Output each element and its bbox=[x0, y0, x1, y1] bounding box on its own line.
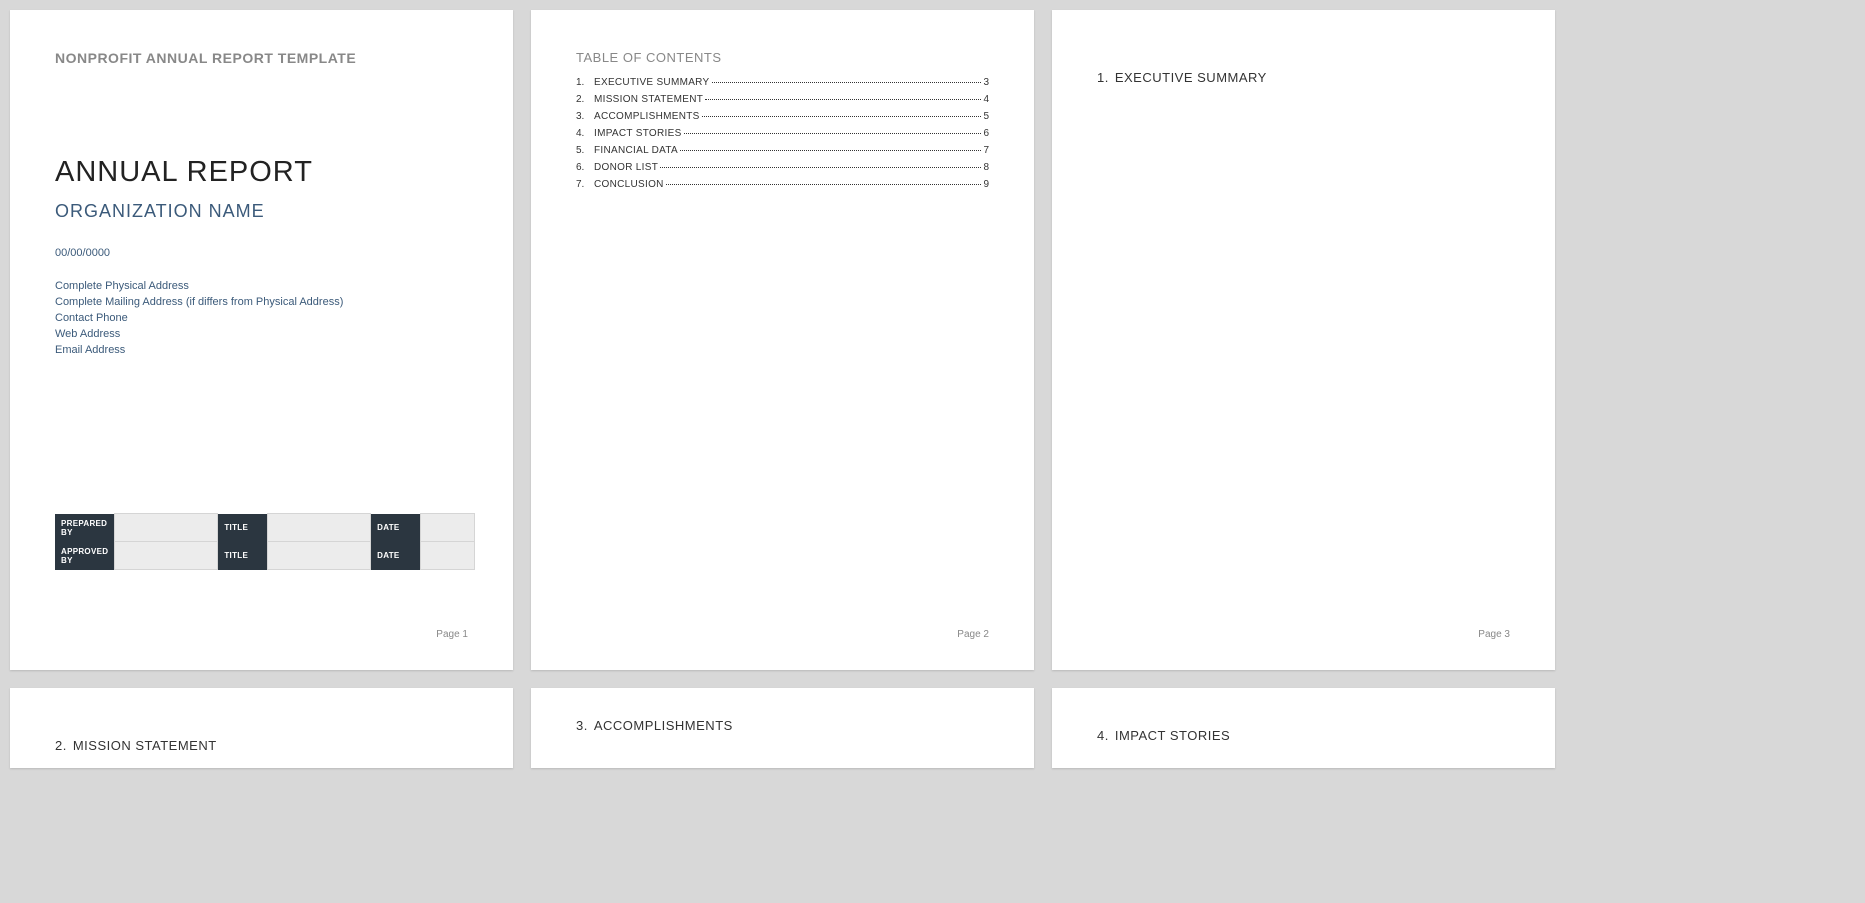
section-title: MISSION STATEMENT bbox=[73, 738, 217, 753]
section-num: 3. bbox=[576, 718, 588, 733]
section-title: ACCOMPLISHMENTS bbox=[594, 718, 733, 733]
section-heading: 4. IMPACT STORIES bbox=[1097, 728, 1510, 743]
toc-label: ACCOMPLISHMENTS bbox=[594, 111, 700, 122]
page-5: 3. ACCOMPLISHMENTS bbox=[531, 688, 1034, 768]
toc-num: 2. bbox=[576, 94, 594, 105]
toc-num: 3. bbox=[576, 111, 594, 122]
toc-num: 4. bbox=[576, 128, 594, 139]
toc-dots bbox=[666, 184, 982, 185]
toc-num: 7. bbox=[576, 179, 594, 190]
toc-item: 1. EXECUTIVE SUMMARY 3 bbox=[576, 77, 989, 88]
section-num: 1. bbox=[1097, 70, 1109, 85]
toc-item: 5. FINANCIAL DATA 7 bbox=[576, 145, 989, 156]
toc-page: 6 bbox=[983, 128, 989, 139]
table-row: APPROVED BY TITLE DATE bbox=[55, 542, 475, 570]
page-1: NONPROFIT ANNUAL REPORT TEMPLATE ANNUAL … bbox=[10, 10, 513, 670]
address-block: Complete Physical Address Complete Maili… bbox=[55, 279, 468, 359]
section-heading: 3. ACCOMPLISHMENTS bbox=[576, 718, 989, 733]
section-title: IMPACT STORIES bbox=[1115, 728, 1230, 743]
prepared-by-value bbox=[115, 514, 218, 542]
title-value-2 bbox=[268, 542, 371, 570]
toc-item: 3. ACCOMPLISHMENTS 5 bbox=[576, 111, 989, 122]
toc-title: TABLE OF CONTENTS bbox=[576, 50, 989, 65]
toc-item: 6. DONOR LIST 8 bbox=[576, 162, 989, 173]
toc-dots bbox=[684, 133, 982, 134]
section-num: 2. bbox=[55, 738, 67, 753]
section-title: EXECUTIVE SUMMARY bbox=[1115, 70, 1267, 85]
title-label-2: TITLE bbox=[218, 542, 268, 570]
web-address: Web Address bbox=[55, 327, 468, 343]
section-num: 4. bbox=[1097, 728, 1109, 743]
toc-label: FINANCIAL DATA bbox=[594, 145, 678, 156]
toc-num: 6. bbox=[576, 162, 594, 173]
toc-item: 4. IMPACT STORIES 6 bbox=[576, 128, 989, 139]
toc-page: 3 bbox=[983, 77, 989, 88]
org-name: ORGANIZATION NAME bbox=[55, 201, 468, 222]
email-address: Email Address bbox=[55, 343, 468, 359]
page-number: Page 2 bbox=[957, 629, 989, 640]
template-header: NONPROFIT ANNUAL REPORT TEMPLATE bbox=[55, 50, 468, 66]
page-3: 1. EXECUTIVE SUMMARY Page 3 bbox=[1052, 10, 1555, 670]
toc-label: CONCLUSION bbox=[594, 179, 664, 190]
contact-phone: Contact Phone bbox=[55, 311, 468, 327]
title-value-1 bbox=[268, 514, 371, 542]
page-number: Page 3 bbox=[1478, 629, 1510, 640]
mailing-address: Complete Mailing Address (if differs fro… bbox=[55, 295, 468, 311]
page-number: Page 1 bbox=[436, 629, 468, 640]
prepared-by-label: PREPARED BY bbox=[55, 514, 115, 542]
page-4: 2. MISSION STATEMENT bbox=[10, 688, 513, 768]
title-label-1: TITLE bbox=[218, 514, 268, 542]
toc-page: 5 bbox=[983, 111, 989, 122]
toc-label: DONOR LIST bbox=[594, 162, 658, 173]
pages-row-2: 2. MISSION STATEMENT 3. ACCOMPLISHMENTS … bbox=[10, 688, 1855, 768]
date-value-1 bbox=[420, 514, 474, 542]
signature-table: PREPARED BY TITLE DATE APPROVED BY TITLE… bbox=[55, 513, 475, 570]
report-title: ANNUAL REPORT bbox=[55, 156, 468, 189]
toc-label: IMPACT STORIES bbox=[594, 128, 682, 139]
date-label-2: DATE bbox=[371, 542, 421, 570]
toc-dots bbox=[712, 82, 982, 83]
pages-row-1: NONPROFIT ANNUAL REPORT TEMPLATE ANNUAL … bbox=[10, 10, 1855, 670]
page-6: 4. IMPACT STORIES bbox=[1052, 688, 1555, 768]
toc-num: 5. bbox=[576, 145, 594, 156]
toc-label: EXECUTIVE SUMMARY bbox=[594, 77, 710, 88]
toc-page: 8 bbox=[983, 162, 989, 173]
toc-label: MISSION STATEMENT bbox=[594, 94, 703, 105]
physical-address: Complete Physical Address bbox=[55, 279, 468, 295]
toc-list: 1. EXECUTIVE SUMMARY 3 2. MISSION STATEM… bbox=[576, 77, 989, 190]
date-label-1: DATE bbox=[371, 514, 421, 542]
toc-dots bbox=[705, 99, 981, 100]
toc-dots bbox=[702, 116, 982, 117]
toc-item: 7. CONCLUSION 9 bbox=[576, 179, 989, 190]
toc-page: 4 bbox=[983, 94, 989, 105]
toc-page: 7 bbox=[983, 145, 989, 156]
section-heading: 1. EXECUTIVE SUMMARY bbox=[1097, 70, 1510, 85]
toc-item: 2. MISSION STATEMENT 4 bbox=[576, 94, 989, 105]
toc-dots bbox=[660, 167, 981, 168]
section-heading: 2. MISSION STATEMENT bbox=[55, 738, 468, 753]
date-value-2 bbox=[420, 542, 474, 570]
toc-num: 1. bbox=[576, 77, 594, 88]
approved-by-value bbox=[115, 542, 218, 570]
page-2: TABLE OF CONTENTS 1. EXECUTIVE SUMMARY 3… bbox=[531, 10, 1034, 670]
report-date: 00/00/0000 bbox=[55, 247, 468, 259]
approved-by-label: APPROVED BY bbox=[55, 542, 115, 570]
toc-page: 9 bbox=[983, 179, 989, 190]
table-row: PREPARED BY TITLE DATE bbox=[55, 514, 475, 542]
toc-dots bbox=[680, 150, 981, 151]
